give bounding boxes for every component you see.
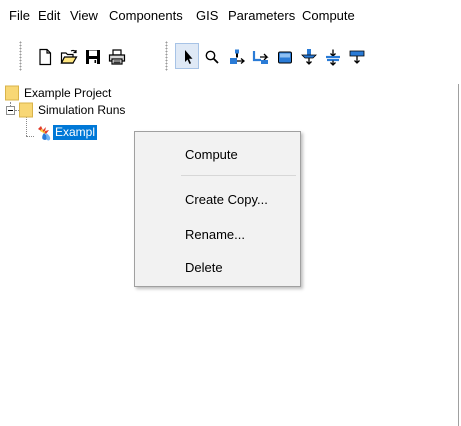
toolbar-grip[interactable] — [19, 41, 22, 71]
basin-model-icon[interactable] — [226, 46, 248, 68]
toolbar — [0, 30, 461, 84]
menu-item-compute[interactable]: Compute — [185, 147, 238, 163]
menu-separator — [181, 175, 296, 176]
toolbar-grip-2[interactable] — [165, 41, 168, 71]
menu-components[interactable]: Components — [109, 8, 183, 24]
menu-view[interactable]: View — [70, 8, 98, 24]
menu-item-create-copy[interactable]: Create Copy... — [185, 192, 268, 208]
menu-parameters[interactable]: Parameters — [228, 8, 295, 24]
open-icon[interactable] — [58, 46, 80, 68]
paired-data-icon[interactable] — [322, 46, 344, 68]
folder-icon — [5, 85, 19, 101]
control-specs-icon[interactable] — [274, 46, 296, 68]
menu-edit[interactable]: Edit — [38, 8, 60, 24]
menu-file[interactable]: File — [9, 8, 30, 24]
tree-item-simulation-run[interactable]: Exampl — [53, 125, 98, 140]
tree-item-simulation-runs[interactable]: Simulation Runs — [38, 103, 125, 118]
tree-item-project[interactable]: Example Project — [24, 86, 111, 101]
simulation-run-icon — [38, 126, 51, 141]
tree-connector — [26, 136, 34, 137]
menu-item-rename[interactable]: Rename... — [185, 227, 245, 243]
meteorologic-model-icon[interactable] — [250, 46, 272, 68]
print-icon[interactable] — [106, 46, 128, 68]
new-icon[interactable] — [34, 46, 56, 68]
zoom-icon[interactable] — [201, 46, 223, 68]
arrow-pointer-icon[interactable] — [175, 43, 199, 69]
menu-item-delete[interactable]: Delete — [185, 260, 223, 276]
menu-gis[interactable]: GIS — [196, 8, 218, 24]
save-icon[interactable] — [82, 46, 104, 68]
context-menu: Compute Create Copy... Rename... Delete — [134, 131, 301, 287]
time-series-icon[interactable] — [298, 46, 320, 68]
folder-icon — [19, 102, 33, 118]
menu-bar: File Edit View Components GIS Parameters… — [0, 0, 461, 30]
menu-compute[interactable]: Compute — [302, 8, 355, 24]
grid-data-icon[interactable] — [346, 46, 368, 68]
collapse-icon[interactable] — [6, 106, 15, 115]
